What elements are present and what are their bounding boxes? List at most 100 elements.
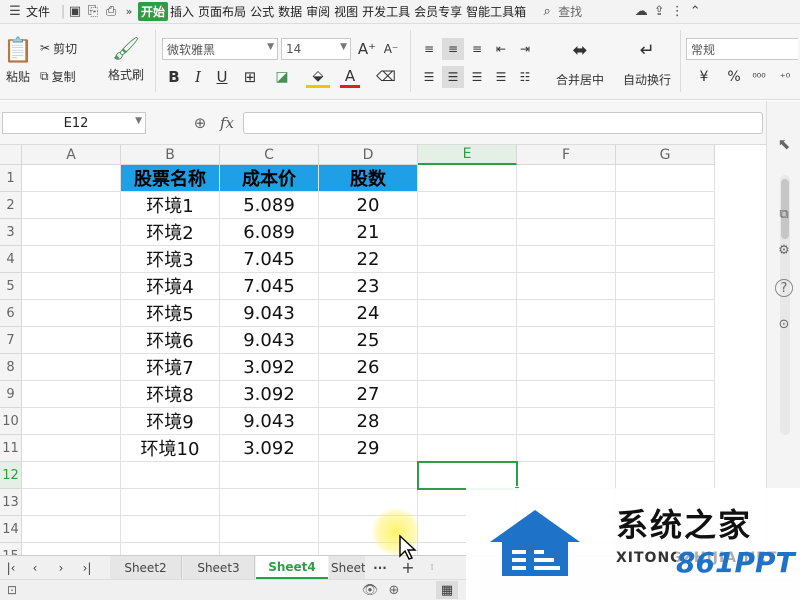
cell-b14[interactable]: [121, 516, 220, 543]
file-menu[interactable]: 文件: [24, 3, 52, 20]
bold-icon[interactable]: B: [164, 66, 184, 88]
highlight-icon[interactable]: ⬙: [306, 66, 330, 88]
cell-d7[interactable]: 25: [319, 327, 418, 354]
cell-c15[interactable]: [220, 543, 319, 555]
cell-d6[interactable]: 24: [319, 300, 418, 327]
row-header-12[interactable]: 12: [0, 462, 22, 489]
tab-member[interactable]: 会员专享: [412, 3, 464, 20]
zoom-icon[interactable]: ⊕: [190, 113, 210, 133]
cell-f1[interactable]: [517, 165, 616, 192]
cell-b1[interactable]: 股票名称: [121, 165, 220, 192]
cell-f5[interactable]: [517, 273, 616, 300]
cell-e11[interactable]: [418, 435, 517, 462]
cell-c8[interactable]: 3.092: [220, 354, 319, 381]
cell-g11[interactable]: [616, 435, 715, 462]
column-header-d[interactable]: D: [319, 145, 418, 165]
cell-c14[interactable]: [220, 516, 319, 543]
cell-g2[interactable]: [616, 192, 715, 219]
decrease-decimal-button[interactable]: ⁺⁰: [774, 66, 796, 88]
cell-b10[interactable]: 环境9: [121, 408, 220, 435]
cell-e2[interactable]: [418, 192, 517, 219]
share-icon[interactable]: ⇪: [650, 3, 668, 21]
cell-c13[interactable]: [220, 489, 319, 516]
cell-e5[interactable]: [418, 273, 517, 300]
cell-b15[interactable]: [121, 543, 220, 555]
tab-data[interactable]: 数据: [276, 3, 304, 20]
justify-icon[interactable]: ☰: [490, 66, 512, 88]
select-all-corner[interactable]: [0, 145, 22, 165]
cell-g8[interactable]: [616, 354, 715, 381]
cell-a1[interactable]: [22, 165, 121, 192]
clear-format-icon[interactable]: ⌫: [374, 66, 398, 88]
save-icon[interactable]: ▣: [66, 3, 84, 21]
font-color-icon[interactable]: A: [340, 66, 360, 88]
cell-a2[interactable]: [22, 192, 121, 219]
align-right-icon[interactable]: ☰: [466, 66, 488, 88]
cell-g5[interactable]: [616, 273, 715, 300]
cell-a5[interactable]: [22, 273, 121, 300]
cell-f2[interactable]: [517, 192, 616, 219]
row-header-2[interactable]: 2: [0, 192, 22, 219]
cell-e4[interactable]: [418, 246, 517, 273]
cell-d5[interactable]: 23: [319, 273, 418, 300]
cell-g6[interactable]: [616, 300, 715, 327]
cell-b3[interactable]: 环境2: [121, 219, 220, 246]
row-header-6[interactable]: 6: [0, 300, 22, 327]
row-header-10[interactable]: 10: [0, 408, 22, 435]
horizontal-scroll-left-icon[interactable]: ⁞: [426, 556, 438, 579]
cell-g9[interactable]: [616, 381, 715, 408]
italic-icon[interactable]: I: [188, 66, 208, 88]
cell-a14[interactable]: [22, 516, 121, 543]
font-name-select[interactable]: 微软雅黑 ▼: [162, 38, 278, 60]
backup-icon[interactable]: ⊙: [775, 315, 793, 333]
more-chevron-icon[interactable]: »: [120, 3, 138, 21]
normal-view-icon[interactable]: ▦: [436, 581, 458, 599]
cell-e6[interactable]: [418, 300, 517, 327]
cell-c10[interactable]: 9.043: [220, 408, 319, 435]
cell-c9[interactable]: 3.092: [220, 381, 319, 408]
cell-c12[interactable]: [220, 462, 319, 489]
first-sheet-icon[interactable]: |‹: [0, 556, 22, 579]
row-header-4[interactable]: 4: [0, 246, 22, 273]
row-header-13[interactable]: 13: [0, 489, 22, 516]
select-pointer-icon[interactable]: ⬉: [775, 135, 793, 153]
column-header-c[interactable]: C: [220, 145, 319, 165]
align-center-icon[interactable]: ☰: [442, 66, 464, 88]
font-size-select[interactable]: 14 ▼: [281, 38, 351, 60]
view-mode-icon[interactable]: ⊕: [384, 582, 404, 598]
tab-page-layout[interactable]: 页面布局: [196, 3, 248, 20]
decrease-font-icon[interactable]: A⁻: [380, 38, 402, 60]
formula-input[interactable]: [243, 112, 763, 134]
cell-b9[interactable]: 环境8: [121, 381, 220, 408]
cell-c2[interactable]: 5.089: [220, 192, 319, 219]
percent-button[interactable]: %: [724, 66, 744, 88]
cell-a3[interactable]: [22, 219, 121, 246]
cell-b8[interactable]: 环境7: [121, 354, 220, 381]
cell-b4[interactable]: 环境3: [121, 246, 220, 273]
indent-decrease-icon[interactable]: ⇤: [490, 38, 512, 60]
format-painter-button[interactable]: 🖌 格式刷: [104, 28, 148, 92]
row-header-5[interactable]: 5: [0, 273, 22, 300]
row-header-7[interactable]: 7: [0, 327, 22, 354]
border-icon[interactable]: ⊞: [238, 66, 262, 88]
sheet-tab-sheet3[interactable]: Sheet3: [183, 556, 255, 579]
increase-decimal-button[interactable]: ⁰⁰⁰: [748, 66, 770, 88]
cell-a12[interactable]: [22, 462, 121, 489]
copy-button[interactable]: ⧉ 复制: [40, 66, 76, 86]
cell-g12[interactable]: [616, 462, 715, 489]
cell-b12[interactable]: [121, 462, 220, 489]
column-header-f[interactable]: F: [517, 145, 616, 165]
column-header-g[interactable]: G: [616, 145, 715, 165]
number-format-select[interactable]: 常规: [686, 38, 798, 60]
search-label[interactable]: 查找: [556, 3, 584, 20]
cell-f4[interactable]: [517, 246, 616, 273]
cell-d10[interactable]: 28: [319, 408, 418, 435]
prev-sheet-icon[interactable]: ‹: [24, 556, 46, 579]
search-icon[interactable]: ⌕: [538, 3, 556, 21]
tab-home[interactable]: 开始: [138, 2, 169, 21]
cell-c1[interactable]: 成本价: [220, 165, 319, 192]
cell-d3[interactable]: 21: [319, 219, 418, 246]
cell-c3[interactable]: 6.089: [220, 219, 319, 246]
column-header-a[interactable]: A: [22, 145, 121, 165]
tab-smart-toolbox[interactable]: 智能工具箱: [464, 3, 528, 20]
